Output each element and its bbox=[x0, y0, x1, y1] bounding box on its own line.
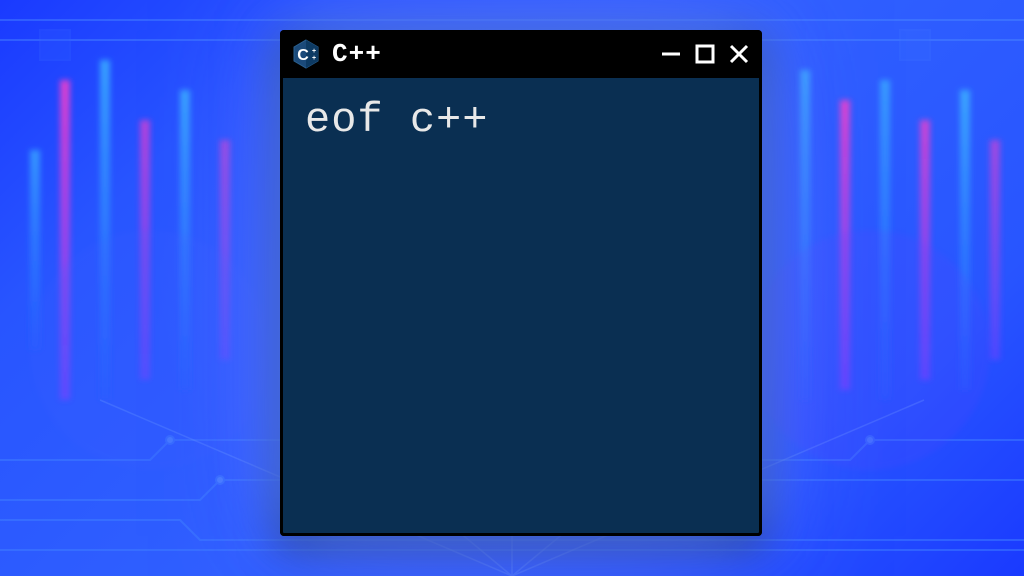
terminal-content[interactable]: eof c++ bbox=[280, 78, 762, 536]
terminal-text: eof c++ bbox=[305, 96, 737, 144]
svg-text:+: + bbox=[312, 48, 316, 55]
minimize-button[interactable] bbox=[658, 41, 684, 67]
maximize-button[interactable] bbox=[692, 41, 718, 67]
window-title: C++ bbox=[332, 39, 658, 69]
terminal-window: C + + C++ eof c++ bbox=[280, 30, 762, 536]
svg-text:+: + bbox=[312, 55, 316, 62]
window-controls bbox=[658, 41, 752, 67]
titlebar[interactable]: C + + C++ bbox=[280, 30, 762, 78]
svg-text:C: C bbox=[297, 47, 309, 64]
cpp-icon: C + + bbox=[290, 38, 322, 70]
close-button[interactable] bbox=[726, 41, 752, 67]
